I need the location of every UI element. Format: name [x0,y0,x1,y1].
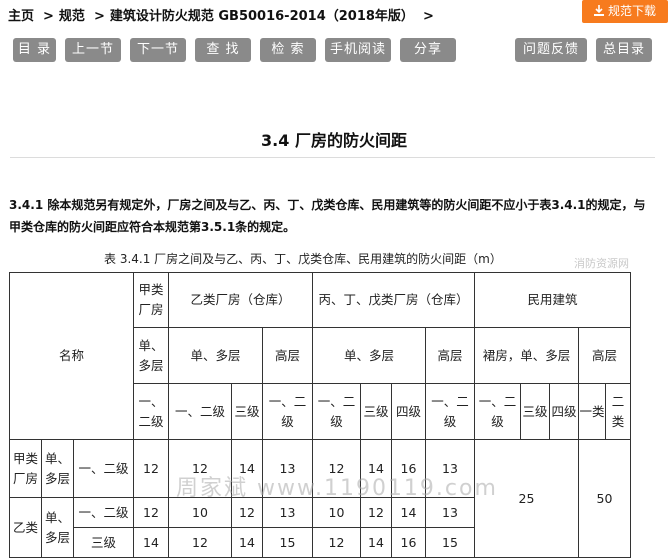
prev-section-button[interactable]: 上一节 [65,38,121,62]
fire-distance-table: 名称 甲类厂房 乙类厂房（仓库） 丙、丁、戊类厂房（仓库） 民用建筑 单、多层 … [9,272,631,558]
header-class: 二类 [605,383,631,440]
table-cell: 14 [360,527,392,558]
table-cell: 14 [133,527,169,558]
header-single-multi: 单、多层 [133,327,169,384]
header-grade: 三级 [520,383,550,440]
table-cell: 12 [360,497,392,528]
row-label: 三级 [73,527,134,558]
clause-paragraph: 3.4.1 除本规范另有规定外，厂房之间及与乙、丙、丁、戊类仓库、民用建筑等的防… [9,198,646,234]
header-podium: 裙房，单、多层 [474,327,579,384]
download-label: 规范下载 [607,4,656,18]
table-cell: 12 [133,497,169,528]
header-grade: 一、二级 [168,383,232,440]
share-button[interactable]: 分享 [400,38,456,62]
row-label: 一、二级 [73,497,134,528]
index-button[interactable]: 总目录 [596,38,652,62]
mobile-read-button[interactable]: 手机阅读 [325,38,391,62]
header-grade: 一、二级 [312,383,361,440]
breadcrumb-standards[interactable]: 规范 [59,9,85,24]
download-button[interactable]: 规范下载 [582,0,668,23]
header-high: 高层 [262,327,313,384]
table-cell-merged: 50 [578,439,631,558]
header-high: 高层 [578,327,631,384]
next-section-button[interactable]: 下一节 [130,38,186,62]
row-label: 单、多层 [41,439,74,498]
header-high: 高层 [425,327,475,384]
top-bar: 主页 > 规范 > 建筑设计防火规范 GB50016-2014（2018年版） > 规范下… [0,0,668,28]
table-caption: 表 3.4.1 厂房之间及与乙、丙、丁、戊类仓库、民用建筑的防火间距（m） [104,252,502,266]
table-cell: 16 [391,527,426,558]
header-name: 名称 [9,272,134,440]
table-cell: 14 [391,497,426,528]
footer-watermark: 周家斌 www.1190119.com [176,476,498,501]
header-grade: 一、二级 [474,383,521,440]
site-watermark: 消防资源网 [574,257,629,270]
download-icon [593,5,604,16]
page-title: 3.4 厂房的防火间距 [261,131,407,150]
contents-button[interactable]: 目 录 [13,38,56,62]
row-label: 甲类厂房 [9,439,42,498]
header-single-multi: 单、多层 [168,327,263,384]
breadcrumb-current[interactable]: 建筑设计防火规范 GB50016-2014（2018年版） [110,9,414,24]
row-label: 一、二级 [73,439,134,498]
header-grade: 一、二级 [133,383,169,440]
table-cell: 13 [262,497,313,528]
search-button[interactable]: 检 索 [260,38,316,62]
table-cell: 12 [231,497,263,528]
header-yi-factory: 乙类厂房（仓库） [168,272,313,328]
breadcrumb-separator: > [93,9,105,24]
header-single-multi: 单、多层 [312,327,426,384]
breadcrumb-separator: > [422,9,434,24]
table-cell: 10 [168,497,232,528]
header-grade: 四级 [549,383,579,440]
title-divider [10,157,655,158]
toolbar: 目 录 上一节 下一节 查 找 检 索 手机阅读 分享 问题反馈 总目录 [0,38,668,64]
header-grade: 一、二级 [425,383,475,440]
header-jia-factory: 甲类厂房 [133,272,169,328]
table-cell: 10 [312,497,361,528]
header-bing-factory: 丙、丁、戊类厂房（仓库） [312,272,475,328]
feedback-button[interactable]: 问题反馈 [515,38,587,62]
header-grade: 一、二级 [262,383,313,440]
table-cell: 12 [133,439,169,498]
table-cell: 15 [262,527,313,558]
header-grade: 四级 [391,383,426,440]
header-grade: 三级 [360,383,392,440]
header-civil: 民用建筑 [474,272,631,328]
header-grade: 三级 [231,383,263,440]
table-cell: 13 [425,497,475,528]
find-button[interactable]: 查 找 [195,38,251,62]
table-cell: 15 [425,527,475,558]
header-class: 一类 [578,383,606,440]
breadcrumb-separator: > [43,9,54,24]
breadcrumb: 主页 > 规范 > 建筑设计防火规范 GB50016-2014（2018年版） > [8,5,439,24]
table-cell: 14 [231,527,263,558]
breadcrumb-home[interactable]: 主页 [8,9,34,24]
table-cell: 12 [168,527,232,558]
table-cell: 12 [312,527,361,558]
